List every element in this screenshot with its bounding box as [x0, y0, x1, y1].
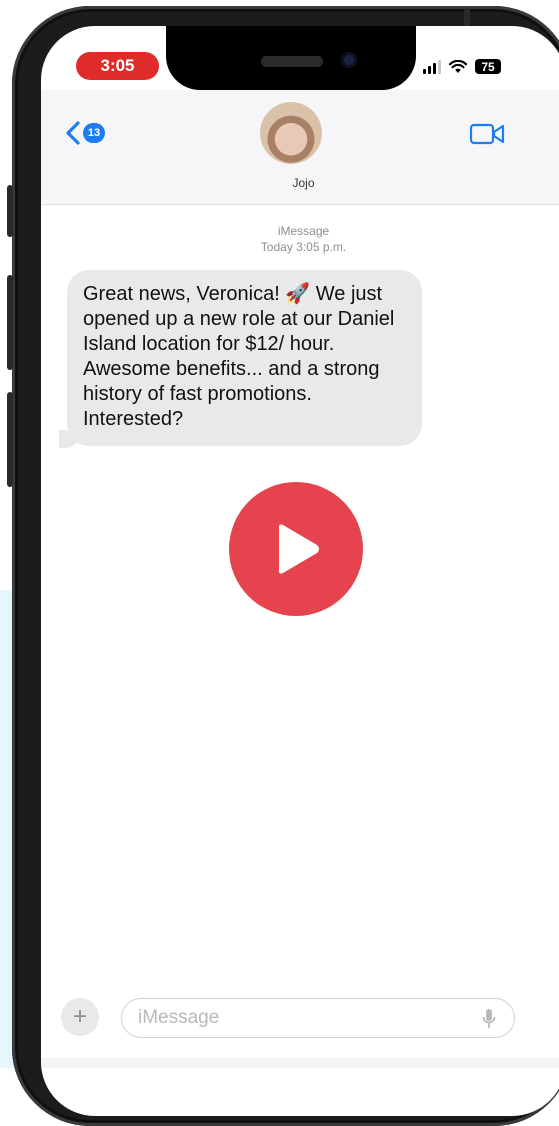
- status-time: 3:05: [76, 52, 159, 80]
- battery-indicator: 75: [475, 59, 501, 74]
- plus-icon: +: [72, 1003, 87, 1030]
- back-button[interactable]: 13: [65, 120, 105, 146]
- message-input-placeholder: iMessage: [138, 1007, 220, 1028]
- keyboard-area-edge: [41, 1058, 559, 1068]
- signal-icon: [423, 59, 441, 74]
- mute-switch: [7, 185, 13, 237]
- chevron-left-icon: [66, 121, 80, 145]
- notch: [166, 26, 416, 90]
- front-camera: [341, 52, 357, 68]
- contact-avatar[interactable]: [260, 102, 322, 164]
- phone-screen: 3:05 75 13 Jojo iMessage Today 3:05 p.m.…: [41, 26, 559, 1116]
- volume-up-button: [7, 275, 13, 370]
- message-timestamp: Today 3:05 p.m.: [260, 240, 347, 254]
- service-label: iMessage: [277, 224, 330, 238]
- unread-count-badge: 13: [83, 123, 105, 143]
- add-attachment-button[interactable]: +: [61, 998, 99, 1036]
- speaker-grille: [261, 56, 323, 67]
- volume-down-button: [7, 392, 13, 487]
- compose-bar: + iMessage: [41, 986, 559, 1056]
- microphone-icon[interactable]: [482, 1008, 496, 1030]
- message-input[interactable]: iMessage: [121, 998, 515, 1038]
- contact-name[interactable]: Jojo: [41, 176, 559, 190]
- conversation-header: 13 Jojo: [41, 90, 559, 205]
- video-camera-icon[interactable]: [469, 122, 507, 146]
- play-button[interactable]: [229, 482, 363, 616]
- play-icon: [279, 524, 319, 574]
- status-icons: 75: [423, 59, 501, 74]
- incoming-message-bubble[interactable]: Great news, Veronica! 🚀 We just opened u…: [67, 270, 422, 446]
- wifi-icon: [449, 59, 467, 73]
